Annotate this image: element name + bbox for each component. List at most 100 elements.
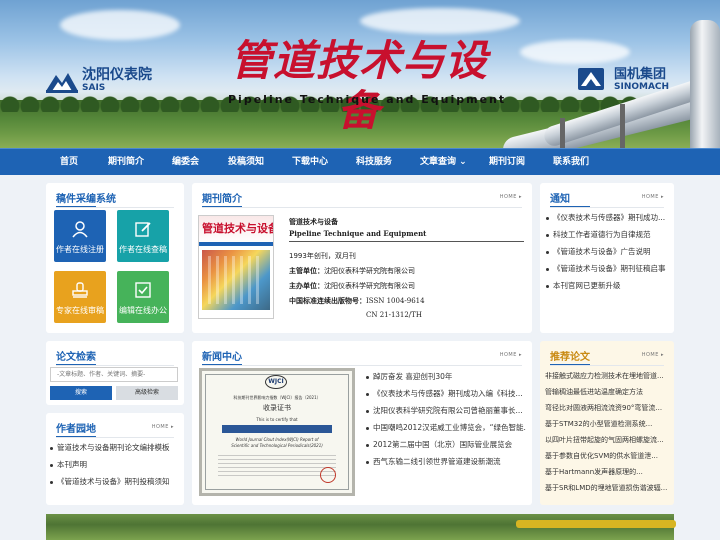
journal-title-en: Pipeline Technique and Equipment — [228, 93, 507, 106]
nav-item-subscription[interactable]: 期刊订阅 — [489, 149, 525, 176]
news-title: 新闻中心 — [202, 348, 242, 366]
chevron-down-icon: ⌄ — [459, 157, 467, 167]
divider — [202, 365, 522, 366]
tile-label: 作者在线查稿 — [119, 245, 167, 254]
cert-line: 科技期刊世界影响力指数（WJCI）报告（2021） — [233, 395, 321, 400]
wjci-certificate-image[interactable]: WJCI 科技期刊世界影响力指数（WJCI）报告（2021） 收录证书 This… — [199, 368, 355, 496]
cover-image — [202, 250, 270, 310]
divider — [202, 207, 522, 208]
nav-item-article-search[interactable]: 文章查询 ⌄ — [420, 149, 467, 176]
journal-title-cn: 管道技术与设备 — [229, 36, 488, 135]
issn-label: 中国标准连续出版物号： — [289, 297, 366, 305]
news-item[interactable]: 踔厉奋发 喜迎创刊30年 — [366, 371, 526, 382]
search-input[interactable] — [50, 367, 178, 382]
cert-line: 收录证书 — [263, 404, 291, 412]
recommended-item[interactable]: 基于Hartmann发声器原理的... — [545, 467, 667, 477]
author-register-tile[interactable]: 作者在线注册 — [54, 210, 106, 262]
host-label: 主管单位： — [289, 267, 324, 275]
sinomach-name-cn: 国机集团 — [614, 67, 667, 82]
divider — [56, 365, 174, 366]
news-item[interactable]: 沈阳仪表科学研究院有限公司曾艳丽董事长... — [366, 405, 526, 416]
tile-label: 编辑在线办公 — [119, 306, 167, 315]
sponsor-value: 沈阳仪表科学研究院有限公司 — [324, 282, 415, 290]
search-button[interactable]: 搜索 — [50, 386, 112, 400]
recommended-item[interactable]: 管输稠油最低进站温度确定方法 — [545, 387, 667, 397]
author-item[interactable]: 管道技术与设备期刊论文编排模板 — [50, 442, 182, 453]
divider — [56, 437, 174, 438]
cert-body-lines — [218, 455, 336, 477]
news-item[interactable]: 中国嘲鸣2012汉诺威工业博览会，“绿色智能... — [366, 422, 526, 433]
notice-item[interactable]: 科技工作者道德行为自律规范 — [546, 229, 670, 240]
advanced-search-button[interactable]: 高级检索 — [116, 386, 178, 400]
divider — [550, 207, 664, 208]
author-more-link[interactable]: HOME ▸ — [152, 424, 174, 430]
recommended-item[interactable]: 基于SR和LMD的埋地管道损伤谐波辐... — [545, 483, 667, 493]
cloud — [520, 40, 630, 64]
cert-seal-icon — [320, 467, 336, 483]
nav-item-journal-intro[interactable]: 期刊简介 — [108, 149, 144, 176]
sinomach-logo[interactable]: 国机集团 SINOMACH — [578, 68, 669, 92]
news-more-link[interactable]: HOME ▸ — [500, 352, 522, 358]
notice-item[interactable]: 本刊官网已更新升级 — [546, 280, 670, 291]
nav-item-editorial-board[interactable]: 编委会 — [172, 149, 199, 176]
author-item[interactable]: 本刊声明 — [50, 459, 182, 470]
recommended-item[interactable]: 以四叶片扭带起旋的气固两相螺旋流... — [545, 435, 667, 445]
wjci-logo: WJCI — [265, 375, 287, 389]
nav-item-contact[interactable]: 联系我们 — [553, 149, 589, 176]
host-info: 主管单位：沈阳仪表科学研究院有限公司 — [289, 266, 415, 276]
search-title: 论文检索 — [56, 348, 96, 366]
sinomach-mark-icon — [578, 68, 610, 92]
pipe-support — [620, 104, 625, 148]
editor-office-tile[interactable]: 编辑在线办公 — [117, 271, 169, 323]
recommended-item[interactable]: 弯径比对圆液两相流流资90°弯管流... — [545, 403, 667, 413]
recommended-item[interactable]: 基于参数自优化SVM的供水管道泄... — [545, 451, 667, 461]
header-banner: 沈阳仪表院 SAIS 管道技术与设备 ® Pipeline Technique … — [0, 0, 720, 148]
notice-title: 通知 — [550, 190, 590, 208]
submission-title: 稿件采编系统 — [56, 190, 116, 208]
pipe-support — [560, 118, 565, 148]
news-item[interactable]: 2012第二届中国（北京）国际管业展览会 — [366, 439, 526, 450]
stamp-icon — [72, 282, 88, 298]
recommended-item[interactable]: 基于STM32的小型管道检测系统... — [545, 419, 667, 429]
journal-cover[interactable]: 管道技术与设备 — [198, 215, 274, 319]
cloud — [360, 8, 520, 34]
intro-more-link[interactable]: HOME ▸ — [500, 194, 522, 200]
recommended-title: 推荐论文 — [550, 348, 590, 366]
divider — [289, 241, 524, 242]
nav-item-download[interactable]: 下载中心 — [292, 149, 328, 176]
nav-item-article-search-label: 文章查询 — [420, 157, 457, 167]
cover-title: 管道技术与设备 — [202, 222, 274, 235]
issn-value: ISSN 1004-9614 — [366, 297, 425, 305]
author-item[interactable]: 《管道技术与设备》期刊投稿须知 — [50, 476, 182, 487]
host-value: 沈阳仪表科学研究院有限公司 — [324, 267, 415, 275]
notice-item[interactable]: 《管道技术与设备》期刊征稿启事 — [546, 263, 670, 274]
nav-item-submission-guide[interactable]: 投稿须知 — [228, 149, 264, 176]
check-icon — [135, 282, 151, 298]
intro-title: 期刊简介 — [202, 190, 242, 208]
tile-label: 作者在线注册 — [56, 245, 104, 254]
cert-line: This is to certify that — [256, 417, 298, 422]
news-item[interactable]: 西气东输二线引领世界管道建设新潮流 — [366, 456, 526, 467]
nav-item-home[interactable]: 首页 — [60, 149, 78, 176]
recommended-more-link[interactable]: HOME ▸ — [642, 352, 664, 358]
sais-logo[interactable]: 沈阳仪表院 SAIS — [46, 68, 152, 93]
sais-mountain-icon — [46, 69, 78, 93]
notice-panel: 通知 HOME ▸ — [540, 183, 674, 333]
notice-item[interactable]: 《管道技术与设备》广告说明 — [546, 246, 670, 257]
registered-mark: ® — [481, 44, 488, 52]
cert-line: World Journal Clout Index(WJCI) Report o… — [235, 437, 319, 442]
notice-item[interactable]: 《仪表技术与传感器》期刊成功... — [546, 212, 670, 223]
recommended-item[interactable]: 非接触式磁应力检测技术在埋地管道... — [545, 371, 667, 381]
cn-number: CN 21-1312/TH — [366, 311, 422, 319]
divider — [56, 207, 174, 208]
notice-more-link[interactable]: HOME ▸ — [642, 194, 664, 200]
journal-name-en: Pipeline Technique and Equipment — [289, 229, 427, 238]
nav-item-tech-service[interactable]: 科技服务 — [356, 149, 392, 176]
cert-strip — [222, 425, 332, 433]
news-item[interactable]: 《仪表技术与传感器》期刊成功入编《科技... — [366, 388, 526, 399]
expert-review-tile[interactable]: 专家在线审稿 — [54, 271, 106, 323]
sais-name-en: SAIS — [82, 83, 106, 93]
banner-vertical-pipe — [690, 20, 720, 148]
cert-line: Scientific and Technological Periodicals… — [231, 443, 323, 448]
author-query-tile[interactable]: 作者在线查稿 — [117, 210, 169, 262]
